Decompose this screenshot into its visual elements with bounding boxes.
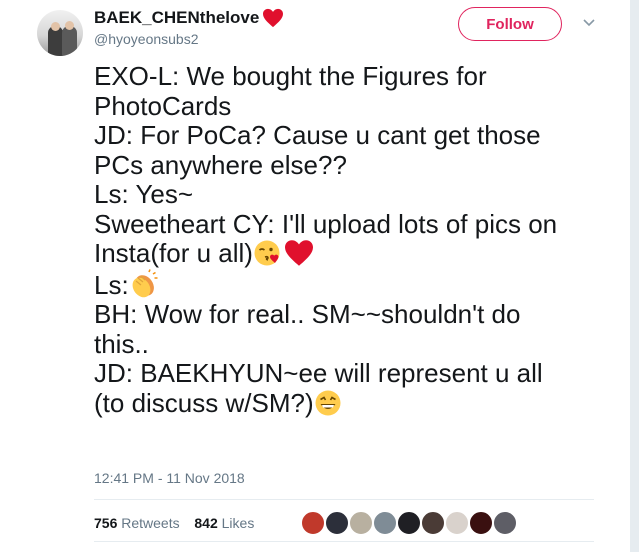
tweet-line: BH: Wow for real.. SM~~shouldn't do bbox=[94, 299, 521, 329]
tweet-line: JD: For PoCa? Cause u cant get those bbox=[94, 120, 541, 150]
red-heart-icon bbox=[263, 8, 284, 28]
tweet-line-with-emoji: Ls: bbox=[94, 268, 614, 301]
avatar-head bbox=[65, 21, 74, 30]
tweet-timestamp[interactable]: 12:41 PM - 11 Nov 2018 bbox=[94, 470, 245, 486]
tweet-line: EXO-L: We bought the Figures for bbox=[94, 61, 487, 91]
window-edge bbox=[630, 0, 639, 552]
tweet-line-with-emoji: (to discuss w/SM?) bbox=[94, 387, 614, 419]
retweets-count[interactable]: 756 bbox=[94, 515, 117, 531]
likes-label[interactable]: Likes bbox=[222, 515, 255, 531]
display-name[interactable]: BAEK_CHENthelove bbox=[94, 8, 284, 28]
tweet-line: Sweetheart CY: I'll upload lots of pics … bbox=[94, 208, 558, 239]
divider bbox=[94, 541, 594, 542]
avatar[interactable] bbox=[37, 10, 83, 56]
tweet-line: Ls: bbox=[94, 269, 129, 300]
tweet-line: this.. bbox=[94, 328, 149, 359]
red-heart-icon bbox=[284, 240, 313, 266]
liker-avatar[interactable] bbox=[325, 511, 349, 535]
grinning-face-icon bbox=[315, 390, 341, 415]
liker-avatar[interactable] bbox=[349, 511, 373, 535]
tweet-line: (to discuss w/SM?) bbox=[94, 387, 314, 418]
avatar-head bbox=[51, 22, 60, 31]
liker-avatar[interactable] bbox=[469, 511, 493, 535]
liker-avatar[interactable] bbox=[373, 511, 397, 535]
liker-avatar[interactable] bbox=[493, 511, 517, 535]
liker-avatar[interactable] bbox=[421, 511, 445, 535]
retweets-label[interactable]: Retweets bbox=[121, 515, 179, 531]
chevron-down-icon[interactable] bbox=[583, 19, 595, 27]
tweet-line-with-emoji: Insta(for u all) bbox=[94, 238, 614, 269]
display-name-text: BAEK_CHENthelove bbox=[94, 8, 260, 27]
liker-avatar[interactable] bbox=[445, 511, 469, 535]
clapping-hands-icon bbox=[132, 268, 158, 297]
tweet-line: PhotoCards bbox=[94, 90, 232, 121]
tweet-text: EXO-L: We bought the Figures for PhotoCa… bbox=[94, 61, 614, 419]
user-handle[interactable]: @hyoyeonsubs2 bbox=[94, 31, 199, 47]
liker-avatar[interactable] bbox=[397, 511, 421, 535]
liker-avatar[interactable] bbox=[301, 511, 325, 535]
liker-avatars bbox=[301, 511, 517, 535]
tweet-line: PCs anywhere else?? bbox=[94, 149, 347, 180]
tweet-line: Ls: Yes~ bbox=[94, 179, 194, 209]
avatar-figure bbox=[62, 26, 77, 56]
follow-button[interactable]: Follow bbox=[458, 7, 562, 41]
likes-count[interactable]: 842 bbox=[194, 515, 217, 531]
tweet-stats: 756 Retweets 842 Likes bbox=[94, 515, 254, 531]
divider bbox=[94, 499, 594, 500]
tweet-line: JD: BAEKHYUN~ee will represent u all bbox=[94, 358, 543, 388]
kiss-wink-icon bbox=[254, 240, 280, 266]
tweet-line: Insta(for u all) bbox=[94, 238, 253, 268]
